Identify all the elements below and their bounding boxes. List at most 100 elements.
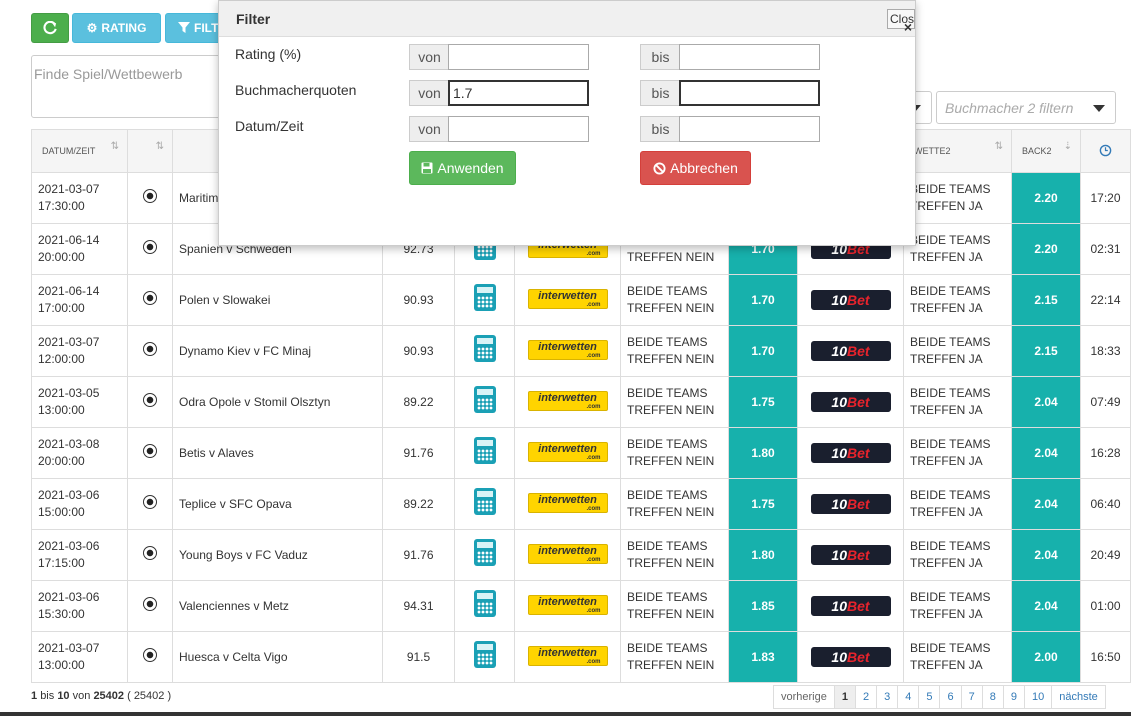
odds-von-addon: von: [409, 80, 449, 106]
table-row[interactable]: 2021-03-06 17:15:00 Young Boys v FC Vaduz 9…: [31, 529, 1131, 581]
col-header-back2[interactable]: BACK2 ⇣: [1011, 129, 1081, 173]
table-row[interactable]: 2021-03-07 12:00:00 Dynamo Kiev v FC Minaj…: [31, 325, 1131, 377]
10bet-logo-text: Bet: [847, 292, 870, 308]
cell-bet1: BEIDE TEAMS TREFFEN NEIN: [620, 580, 729, 632]
page-button-6[interactable]: 6: [939, 685, 962, 709]
rating-button[interactable]: ⚙ RATING: [72, 13, 161, 43]
cell-calc: [454, 631, 515, 683]
page-button-9[interactable]: 9: [1002, 685, 1025, 709]
col-header-sport[interactable]: ⇅: [127, 129, 173, 173]
cell-bookmaker1: interwetten.com: [514, 580, 621, 632]
page-button-4[interactable]: 4: [897, 685, 920, 709]
interwetten-logo[interactable]: interwetten.com: [527, 340, 608, 360]
soccer-ball-icon: [143, 494, 157, 509]
table-row[interactable]: 2021-03-06 15:30:00 Valenciennes v Metz 94.…: [31, 580, 1131, 632]
cell-clock: 01:00: [1080, 580, 1131, 632]
apply-button[interactable]: Anwenden: [409, 151, 516, 185]
cell-match[interactable]: Huesca v Celta Vigo: [172, 631, 383, 683]
table-row[interactable]: 2021-06-14 17:00:00 Polen v Slowakei 90.93 i…: [31, 274, 1131, 326]
10bet-logo[interactable]: 10Bet: [810, 545, 891, 565]
cell-match[interactable]: Young Boys v FC Vaduz: [172, 529, 383, 581]
calculator-icon[interactable]: [473, 641, 496, 668]
calculator-icon[interactable]: [473, 590, 496, 617]
interwetten-logo[interactable]: interwetten.com: [527, 595, 608, 615]
bet2-line1: BEIDE TEAMS: [910, 437, 991, 451]
search-input[interactable]: Finde Spiel/Wettbewerb: [31, 55, 221, 118]
10bet-logo[interactable]: 10Bet: [810, 443, 891, 463]
next-page-button[interactable]: nächste: [1051, 685, 1106, 709]
cell-bookmaker1: interwetten.com: [514, 529, 621, 581]
bookmaker2-filter[interactable]: Buchmacher 2 filtern: [936, 91, 1116, 124]
cell-back1: 1.80: [728, 427, 798, 479]
10bet-logo-num: 10: [831, 343, 847, 359]
calculator-icon[interactable]: [473, 488, 496, 515]
page-button-1[interactable]: 1: [833, 685, 856, 709]
cell-match[interactable]: Betis v Alaves: [172, 427, 383, 479]
bet2-line2: TREFFEN JA: [910, 199, 983, 213]
10bet-logo[interactable]: 10Bet: [810, 392, 891, 412]
interwetten-logo[interactable]: interwetten.com: [527, 442, 608, 462]
bet1-line2: TREFFEN NEIN: [627, 505, 715, 519]
calculator-icon[interactable]: [473, 437, 496, 464]
close-icon[interactable]: ×: [904, 19, 912, 35]
page-button-7[interactable]: 7: [960, 685, 983, 709]
cell-bookmaker2: 10Bet: [797, 274, 904, 326]
apply-button-label: Anwenden: [437, 160, 504, 176]
page-button-5[interactable]: 5: [918, 685, 941, 709]
10bet-logo[interactable]: 10Bet: [810, 290, 891, 310]
col-header-datetime[interactable]: DATUM/ZEIT ⇅: [31, 129, 128, 173]
interwetten-logo[interactable]: interwetten.com: [527, 493, 608, 513]
page: ⚙ RATING FILT Finde Spiel/Wettbewerb Buc…: [0, 0, 1131, 716]
rating-von-input[interactable]: [448, 44, 589, 70]
page-button-2[interactable]: 2: [854, 685, 878, 709]
filter-button[interactable]: FILT: [165, 13, 225, 43]
cell-rating: 89.22: [382, 478, 455, 530]
cell-rating: 90.93: [382, 274, 455, 326]
interwetten-logo[interactable]: interwetten.com: [527, 391, 608, 411]
cell-bookmaker1: interwetten.com: [514, 376, 621, 428]
col-header-bet2[interactable]: WETTE2 ⇅: [903, 129, 1012, 173]
10bet-logo[interactable]: 10Bet: [810, 341, 891, 361]
cell-bet1: BEIDE TEAMS TREFFEN NEIN: [620, 274, 729, 326]
interwetten-logo[interactable]: interwetten.com: [527, 289, 608, 309]
cell-bet2: BEIDE TEAMS TREFFEN JA: [903, 325, 1012, 377]
interwetten-logo[interactable]: interwetten.com: [527, 646, 608, 666]
cell-match[interactable]: Valenciennes v Metz: [172, 580, 383, 632]
refresh-button[interactable]: [31, 13, 69, 43]
bet2-line1: BEIDE TEAMS: [910, 488, 991, 502]
interwetten-logo[interactable]: interwetten.com: [527, 544, 608, 564]
interwetten-logo-text: interwetten: [538, 341, 597, 353]
table-row[interactable]: 2021-03-05 13:00:00 Odra Opole v Stomil Ol…: [31, 376, 1131, 428]
calculator-icon[interactable]: [473, 539, 496, 566]
cell-match[interactable]: Dynamo Kiev v FC Minaj: [172, 325, 383, 377]
prev-page-button[interactable]: vorherige: [773, 685, 835, 709]
10bet-logo[interactable]: 10Bet: [810, 494, 891, 514]
10bet-logo[interactable]: 10Bet: [810, 647, 891, 667]
page-button-10[interactable]: 10: [1023, 685, 1053, 709]
bet2-line1: BEIDE TEAMS: [910, 590, 991, 604]
cell-match[interactable]: Odra Opole v Stomil Olsztyn: [172, 376, 383, 428]
page-button-3[interactable]: 3: [876, 685, 899, 709]
calculator-icon[interactable]: [473, 284, 496, 311]
cell-datetime: 2021-03-06 15:30:00: [31, 580, 128, 632]
page-button-8[interactable]: 8: [981, 685, 1004, 709]
calculator-icon[interactable]: [473, 335, 496, 362]
odds-von-input[interactable]: [448, 80, 589, 106]
date-von-input[interactable]: [448, 116, 589, 142]
table-row[interactable]: 2021-03-08 20:00:00 Betis v Alaves 91.76 int…: [31, 427, 1131, 479]
rating-bis-input[interactable]: [679, 44, 820, 70]
bet2-line1: BEIDE TEAMS: [910, 233, 991, 247]
cell-date: 2021-03-06: [38, 539, 100, 553]
col-header-clock[interactable]: [1080, 129, 1131, 173]
cell-rating: 91.76: [382, 529, 455, 581]
date-bis-input[interactable]: [679, 116, 820, 142]
cell-match[interactable]: Teplice v SFC Opava: [172, 478, 383, 530]
soccer-ball-icon: [143, 341, 157, 356]
odds-bis-input[interactable]: [679, 80, 820, 106]
table-row[interactable]: 2021-03-06 15:00:00 Teplice v SFC Opava 89.…: [31, 478, 1131, 530]
cancel-button[interactable]: Abbrechen: [640, 151, 751, 185]
cell-match[interactable]: Polen v Slowakei: [172, 274, 383, 326]
10bet-logo[interactable]: 10Bet: [810, 596, 891, 616]
calculator-icon[interactable]: [473, 386, 496, 413]
table-row[interactable]: 2021-03-07 13:00:00 Huesca v Celta Vigo 91.…: [31, 631, 1131, 683]
